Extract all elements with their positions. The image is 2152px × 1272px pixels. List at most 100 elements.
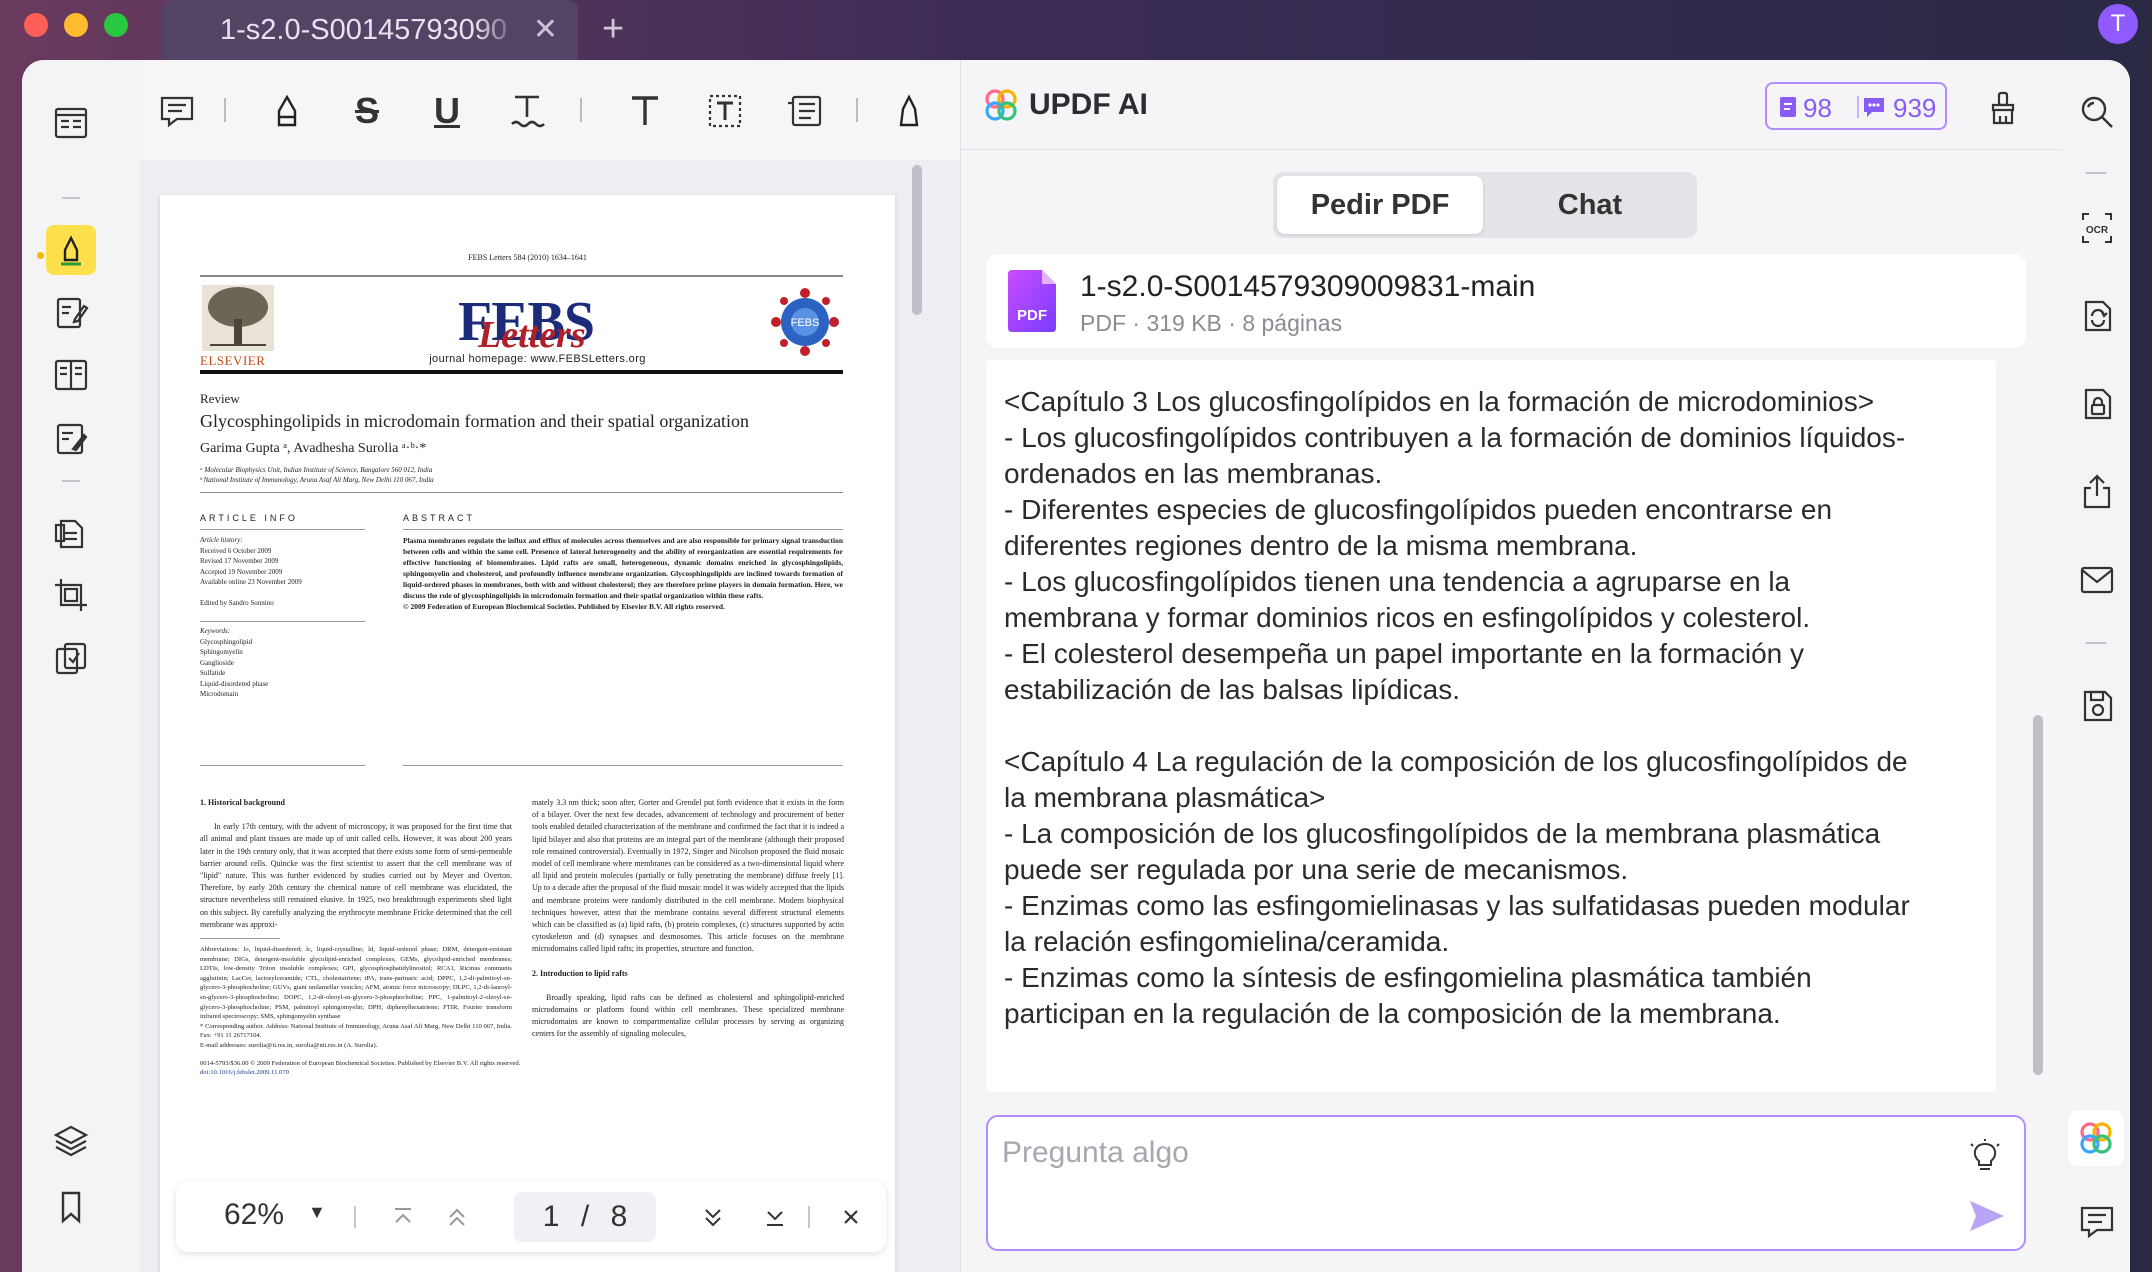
online-date: Available online 23 November 2009 xyxy=(200,578,302,586)
keyword: Microdomain xyxy=(200,690,239,698)
layers-icon[interactable] xyxy=(46,1116,96,1166)
accepted-date: Accepted 19 November 2009 xyxy=(200,567,283,576)
convert-icon[interactable] xyxy=(2077,296,2117,336)
toolbar-divider xyxy=(856,98,858,122)
search-icon[interactable] xyxy=(2077,92,2117,132)
document-scrollbar[interactable] xyxy=(912,165,922,315)
page-tools-icon[interactable] xyxy=(46,508,96,558)
email-addresses: E-mail addresses: surolia@ii.res.in, sur… xyxy=(200,1041,378,1049)
doi-link[interactable]: doi:10.1016/j.febslet.2009.11.070 xyxy=(200,1068,512,1078)
rail-divider xyxy=(62,197,80,199)
close-nav-icon[interactable] xyxy=(834,1200,868,1234)
user-avatar[interactable]: T xyxy=(2098,4,2138,44)
organize-icon[interactable] xyxy=(46,350,96,400)
document-tab[interactable]: 1-s2.0-S00145793090 ✕ xyxy=(162,0,578,60)
tab-chat[interactable]: Chat xyxy=(1487,176,1693,234)
chat-credit-icon xyxy=(1864,98,1884,117)
abstract-text: Plasma membranes regulate the influx and… xyxy=(403,535,843,612)
close-window-button[interactable] xyxy=(24,13,48,37)
page-rule xyxy=(200,275,843,277)
keyword: Sulfatide xyxy=(200,669,226,677)
first-page-icon[interactable] xyxy=(386,1200,420,1234)
edited-by: Edited by Sandro Sonnino xyxy=(200,598,274,607)
clear-chat-icon[interactable] xyxy=(1987,90,2019,126)
comment-icon[interactable] xyxy=(154,88,200,134)
text-callout-icon[interactable] xyxy=(782,88,828,134)
nav-divider xyxy=(354,1206,356,1228)
answer-line: participan en la regulación de la compos… xyxy=(1004,998,1781,1029)
zoom-window-button[interactable] xyxy=(104,13,128,37)
toolbar-divider xyxy=(580,98,582,122)
answer-line: - Enzimas como la síntesis de esfingomie… xyxy=(1004,962,1812,993)
answer-line: la relación esfingomielina/ceramida. xyxy=(1004,926,1450,957)
send-icon[interactable] xyxy=(1968,1199,2006,1233)
strikethrough-icon[interactable]: S xyxy=(344,88,390,134)
credits-badge[interactable]: 98 939 xyxy=(1765,82,1947,130)
save-icon[interactable] xyxy=(2077,686,2117,726)
fill-sign-icon[interactable] xyxy=(46,414,96,464)
textbox-icon[interactable] xyxy=(702,88,748,134)
comments-icon[interactable] xyxy=(2077,1202,2117,1242)
rail-divider xyxy=(2086,642,2106,644)
ask-input[interactable] xyxy=(1002,1129,1902,1177)
page-rule xyxy=(200,492,843,493)
paper-authors: Garima Gupta ᵃ, Avadhesha Surolia ᵃ·ᵇ·* xyxy=(200,441,427,456)
file-name: 1-s2.0-S0014579309009831-main xyxy=(1080,270,1536,303)
zoom-dropdown-icon[interactable]: ▼ xyxy=(308,1202,326,1223)
answer-line: - Los glucosfingolípidos tienen una tend… xyxy=(1004,566,1791,597)
rail-divider xyxy=(2086,172,2106,174)
crop-icon[interactable] xyxy=(46,570,96,620)
toolbar-divider xyxy=(224,98,226,122)
total-pages: 8 xyxy=(610,1200,628,1233)
previous-page-icon[interactable] xyxy=(440,1200,474,1234)
answer-line: puede ser regulada por una serie de meca… xyxy=(1004,854,1629,885)
answer-line: <Capítulo 3 Los glucosfingolípidos en la… xyxy=(1004,386,1875,417)
pencil-icon[interactable] xyxy=(886,88,932,134)
highlighter-icon[interactable] xyxy=(264,88,310,134)
document-credit-icon xyxy=(1780,97,1796,117)
page-indicator[interactable]: 1 / 8 xyxy=(514,1192,656,1242)
pdf-file-icon: PDF xyxy=(1008,270,1056,332)
zoom-level[interactable]: 62% xyxy=(224,1198,284,1232)
bookmark-icon[interactable] xyxy=(46,1182,96,1232)
protect-icon[interactable] xyxy=(2077,384,2117,424)
next-page-icon[interactable] xyxy=(696,1200,730,1234)
new-tab-button[interactable]: + xyxy=(602,8,624,51)
abstract-copyright: © 2009 Federation of European Biochemica… xyxy=(403,602,725,611)
reader-icon[interactable] xyxy=(46,98,96,148)
minimize-window-button[interactable] xyxy=(64,13,88,37)
edit-pdf-icon[interactable] xyxy=(46,288,96,338)
text-icon[interactable] xyxy=(622,88,668,134)
updf-ai-logo-icon xyxy=(985,89,1017,121)
share-icon[interactable] xyxy=(2077,472,2117,512)
updf-ai-toggle-button[interactable] xyxy=(2068,1110,2124,1166)
rule xyxy=(403,765,843,766)
abstract-body: Plasma membranes regulate the influx and… xyxy=(403,536,843,600)
highlighter-icon[interactable] xyxy=(46,225,96,275)
ai-scrollbar[interactable] xyxy=(2033,715,2043,1075)
paper-title: Glycosphingolipids in microdomain format… xyxy=(200,411,750,431)
compare-icon[interactable] xyxy=(46,634,96,684)
tab-ask-pdf[interactable]: Pedir PDF xyxy=(1277,176,1483,234)
seal-text: FEBS xyxy=(791,317,820,329)
ai-header: UPDF AI 98 939 xyxy=(961,60,2062,150)
rule xyxy=(403,529,843,530)
last-page-icon[interactable] xyxy=(758,1200,792,1234)
pdf-file-icon-label: PDF xyxy=(1017,307,1047,324)
current-page[interactable]: 1 xyxy=(543,1200,560,1234)
right-tool-rail: OCR xyxy=(2062,60,2130,1272)
keyword: Sphingomyelin xyxy=(200,648,243,656)
journal-logo-script: Letters xyxy=(478,314,586,356)
underline-icon[interactable]: U xyxy=(424,88,470,134)
abstract-heading: ABSTRACT xyxy=(403,513,476,523)
updf-ai-panel: UPDF AI 98 939 Pedir PDF Chat PDF 1-s2.0… xyxy=(960,60,2062,1272)
squiggly-icon[interactable] xyxy=(504,88,550,134)
prompt-ideas-icon[interactable] xyxy=(1968,1139,2002,1175)
journal-citation: FEBS Letters 584 (2010) 1634–1641 xyxy=(468,253,587,262)
document-area: S U FEBS Letters 584 (2010) 1634–1641 EL… xyxy=(140,60,960,1272)
email-icon[interactable] xyxy=(2077,560,2117,600)
file-meta: PDF · 319 KB · 8 páginas xyxy=(1080,310,1343,336)
article-info-heading: ARTICLE INFO xyxy=(200,513,298,523)
close-tab-icon[interactable]: ✕ xyxy=(533,12,558,47)
ocr-icon[interactable]: OCR xyxy=(2077,208,2117,248)
